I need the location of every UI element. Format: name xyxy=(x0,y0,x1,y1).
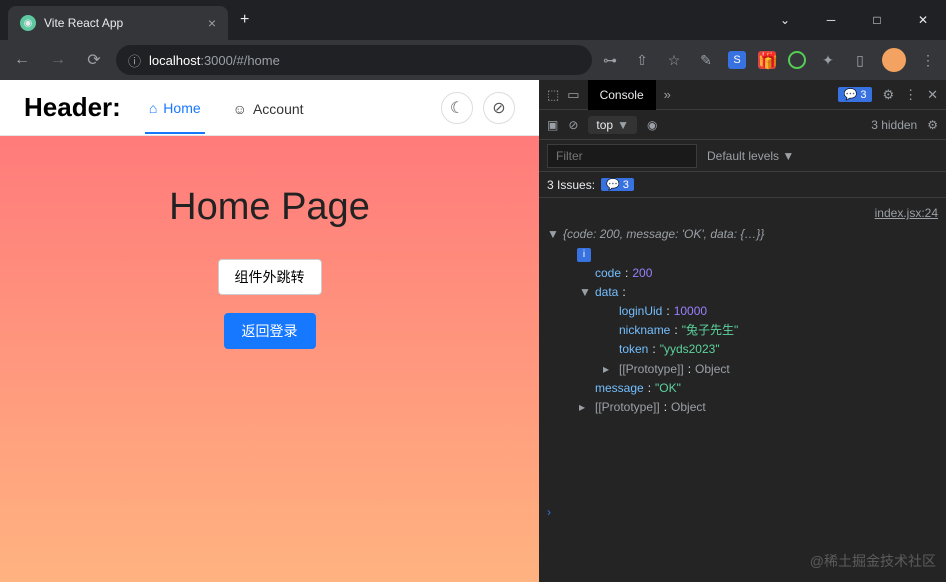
nav-home-label: Home xyxy=(163,100,200,116)
watermark: @稀土掘金技术社区 xyxy=(810,550,936,572)
settings-gear-icon[interactable]: ⚙ xyxy=(882,87,894,103)
browser-titlebar: ◉ Vite React App × + ⌄ ─ □ ✕ xyxy=(0,0,946,40)
new-tab-button[interactable]: + xyxy=(240,11,249,29)
user-icon: ☺ xyxy=(233,101,247,117)
page-title: Home Page xyxy=(169,186,370,229)
expand-toggle[interactable]: ▸ xyxy=(603,360,615,379)
ext-gift-icon[interactable]: 🎁 xyxy=(758,51,776,69)
devtools-close-icon[interactable]: ✕ xyxy=(927,87,938,103)
header-title: Header: xyxy=(24,92,121,123)
address-bar[interactable]: ⓘ localhost:3000/#/home xyxy=(116,45,592,75)
window-minimize-button[interactable]: ─ xyxy=(808,0,854,40)
tab-favicon: ◉ xyxy=(20,15,36,31)
console-settings-icon[interactable]: ⚙ xyxy=(927,118,938,132)
extensions-icon[interactable]: ✦ xyxy=(818,50,838,70)
expand-toggle[interactable]: ▼ xyxy=(547,225,559,244)
devtools-panel: ⬚ ▭ Console » 💬 3 ⚙ ⋮ ✕ ▣ ⊘ top ▼ ◉ 3 hi… xyxy=(539,80,946,582)
nav-account-label: Account xyxy=(253,101,304,117)
ext-target-icon[interactable] xyxy=(788,51,806,69)
window-close-button[interactable]: ✕ xyxy=(900,0,946,40)
hidden-count[interactable]: 3 hidden xyxy=(871,118,917,132)
clear-console-icon[interactable]: ⊘ xyxy=(568,118,578,132)
share-icon[interactable]: ⇧ xyxy=(632,50,652,70)
reload-button[interactable]: ⟳ xyxy=(80,46,108,74)
more-tabs-icon[interactable]: » xyxy=(664,87,671,102)
console-filter-row: Default levels ▼ xyxy=(539,140,946,172)
info-icon[interactable]: i xyxy=(577,248,591,262)
console-output: index.jsx:24 ▼{code: 200, message: 'OK',… xyxy=(539,198,946,582)
kebab-icon[interactable]: ⋮ xyxy=(904,87,917,103)
console-toolbar: ▣ ⊘ top ▼ ◉ 3 hidden ⚙ xyxy=(539,110,946,140)
issues-label: 3 Issues: xyxy=(547,178,595,192)
back-button[interactable]: ← xyxy=(8,46,36,74)
profile-avatar[interactable] xyxy=(882,48,906,72)
url-path: :3000/#/home xyxy=(200,53,280,68)
ext-s-icon[interactable]: S xyxy=(728,51,746,69)
theme-toggle-button[interactable]: ☾ xyxy=(441,92,473,124)
nav-home[interactable]: ⌂ Home xyxy=(145,82,205,134)
devtools-tabbar: ⬚ ▭ Console » 💬 3 ⚙ ⋮ ✕ xyxy=(539,80,946,110)
page-viewport: Header: ⌂ Home ☺ Account ☾ ⊘ Home Page 组… xyxy=(0,80,539,582)
home-icon: ⌂ xyxy=(149,100,157,116)
forward-button[interactable]: → xyxy=(44,46,72,74)
window-maximize-button[interactable]: □ xyxy=(854,0,900,40)
app-header: Header: ⌂ Home ☺ Account ☾ ⊘ xyxy=(0,80,539,136)
edit-pen-icon[interactable]: ✎ xyxy=(696,50,716,70)
object-preview[interactable]: {code: 200, message: 'OK', data: {…}} xyxy=(563,225,764,244)
log-levels-selector[interactable]: Default levels ▼ xyxy=(707,149,794,163)
page-body: Home Page 组件外跳转 返回登录 xyxy=(0,136,539,582)
back-login-button[interactable]: 返回登录 xyxy=(224,313,316,349)
outside-jump-button[interactable]: 组件外跳转 xyxy=(218,259,322,295)
lang-toggle-button[interactable]: ⊘ xyxy=(483,92,515,124)
nav-account[interactable]: ☺ Account xyxy=(229,83,308,133)
expand-toggle[interactable]: ▼ xyxy=(579,283,591,302)
filter-input[interactable] xyxy=(547,144,697,168)
key-icon[interactable]: ⊶ xyxy=(600,50,620,70)
issues-badge[interactable]: 💬 3 xyxy=(838,87,873,102)
window-dropdown-button[interactable]: ⌄ xyxy=(762,0,808,40)
browser-toolbar: ← → ⟳ ⓘ localhost:3000/#/home ⊶ ⇧ ☆ ✎ S … xyxy=(0,40,946,80)
live-expr-icon[interactable]: ◉ xyxy=(647,118,657,132)
expand-toggle[interactable]: ▸ xyxy=(579,398,591,417)
device-icon[interactable]: ▭ xyxy=(567,87,579,103)
tab-title: Vite React App xyxy=(44,16,123,30)
inspect-icon[interactable]: ⬚ xyxy=(547,87,559,103)
object-tree: code: 200 ▼data: loginUid: 10000 nicknam… xyxy=(547,264,938,418)
star-icon[interactable]: ☆ xyxy=(664,50,684,70)
source-ref[interactable]: index.jsx:24 xyxy=(547,204,938,223)
issues-count-badge: 💬 3 xyxy=(601,178,634,191)
console-tab[interactable]: Console xyxy=(588,80,656,110)
url-host: localhost xyxy=(149,53,200,68)
sidebar-toggle-icon[interactable]: ▣ xyxy=(547,118,558,132)
browser-tab[interactable]: ◉ Vite React App × xyxy=(8,6,228,40)
side-panel-icon[interactable]: ▯ xyxy=(850,50,870,70)
issues-row[interactable]: 3 Issues: 💬 3 xyxy=(539,172,946,198)
console-prompt[interactable]: › xyxy=(547,503,551,522)
context-selector[interactable]: top ▼ xyxy=(588,116,637,134)
site-info-icon[interactable]: ⓘ xyxy=(128,51,141,70)
close-icon[interactable]: × xyxy=(208,15,216,31)
menu-icon[interactable]: ⋮ xyxy=(918,50,938,70)
